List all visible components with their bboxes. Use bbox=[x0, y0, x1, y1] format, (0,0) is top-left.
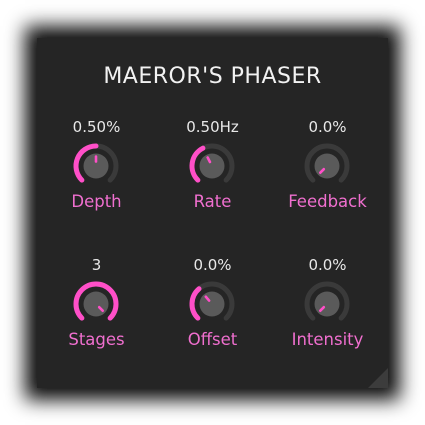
intensity-label: Intensity bbox=[291, 330, 364, 349]
rate-knob[interactable] bbox=[187, 141, 237, 191]
rate-value: 0.50Hz bbox=[186, 118, 239, 136]
offset-label: Offset bbox=[187, 330, 238, 349]
plugin-window-backdrop: MAEROR'S PHASER 0.50% Depth 0.50Hz Rate … bbox=[0, 0, 425, 425]
feedback-label: Feedback bbox=[288, 192, 367, 211]
knob-body bbox=[314, 153, 340, 179]
knob-body bbox=[83, 291, 109, 317]
knob-body bbox=[199, 153, 225, 179]
depth-value: 0.50% bbox=[72, 118, 121, 136]
stages-knob[interactable] bbox=[71, 279, 121, 329]
knob-cell-intensity: 0.0% Intensity bbox=[269, 256, 386, 376]
knob-value-arc bbox=[189, 286, 202, 321]
plugin-title: MAEROR'S PHASER bbox=[103, 64, 322, 89]
knob-body bbox=[199, 291, 225, 317]
depth-knob[interactable] bbox=[71, 141, 121, 191]
rate-label: Rate bbox=[193, 192, 232, 211]
intensity-knob[interactable] bbox=[302, 279, 352, 329]
knob-cell-depth: 0.50% Depth bbox=[38, 118, 155, 238]
knob-cell-offset: 0.0% Offset bbox=[154, 256, 271, 376]
knob-cell-feedback: 0.0% Feedback bbox=[269, 118, 386, 238]
feedback-value: 0.0% bbox=[308, 118, 347, 136]
knob-cell-rate: 0.50Hz Rate bbox=[154, 118, 271, 238]
intensity-value: 0.0% bbox=[308, 256, 347, 274]
offset-value: 0.0% bbox=[193, 256, 232, 274]
depth-label: Depth bbox=[71, 192, 122, 211]
plugin-panel: MAEROR'S PHASER 0.50% Depth 0.50Hz Rate … bbox=[37, 38, 388, 388]
stages-label: Stages bbox=[68, 330, 125, 349]
offset-knob[interactable] bbox=[187, 279, 237, 329]
feedback-knob[interactable] bbox=[302, 141, 352, 191]
knob-body bbox=[314, 291, 340, 317]
knob-cell-stages: 3 Stages bbox=[38, 256, 155, 376]
stages-value: 3 bbox=[91, 256, 102, 274]
resize-grip[interactable] bbox=[368, 368, 388, 388]
